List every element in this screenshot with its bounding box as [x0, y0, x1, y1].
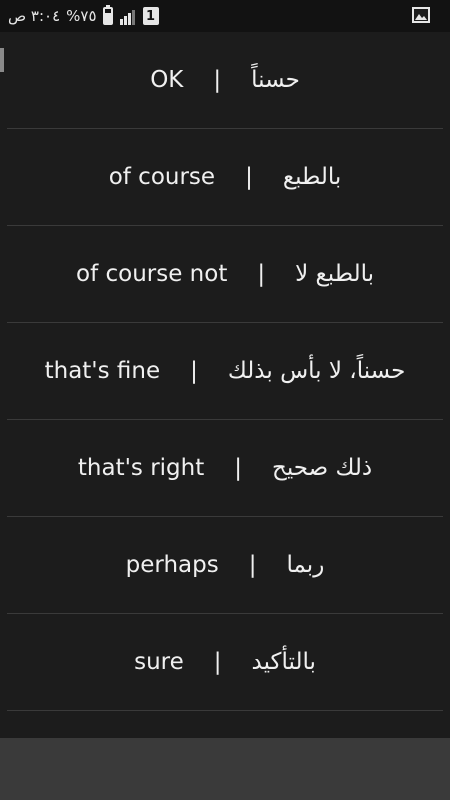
clock-time: ٣:٠٤ ص [8, 7, 61, 25]
list-item[interactable]: of course not | بالطبع لا [7, 226, 443, 323]
separator: | [213, 67, 222, 93]
arabic-phrase: حسناً، لا بأس بذلك [227, 358, 406, 384]
list-item[interactable]: perhaps | ربما [7, 517, 443, 614]
separator: | [245, 164, 253, 190]
english-phrase: of course [108, 164, 216, 190]
list-item[interactable]: sure | بالتأكيد [7, 614, 443, 711]
english-phrase: perhaps [125, 552, 219, 578]
list-item[interactable]: that's fine | حسناً، لا بأس بذلك [7, 323, 443, 420]
separator: | [190, 358, 198, 384]
gallery-icon [412, 7, 430, 23]
arabic-phrase: حسناً [251, 67, 300, 93]
arabic-phrase: ذلك صحيح [272, 455, 373, 481]
arabic-phrase: ربما [286, 552, 325, 578]
bottom-bar [0, 738, 450, 800]
notification-icon: 1 [142, 7, 159, 25]
separator: | [257, 261, 266, 287]
battery-percent: %٧٥ [66, 7, 97, 25]
english-phrase: that's right [77, 455, 205, 481]
status-bar: ٣:٠٤ ص %٧٥ 1 [0, 0, 450, 32]
english-phrase: that's fine [44, 358, 161, 384]
list-item[interactable]: of course | بالطبع [7, 129, 443, 226]
arabic-phrase: بالطبع [282, 164, 342, 190]
english-phrase: of course not [76, 261, 228, 287]
signal-icon [119, 10, 135, 25]
separator: | [234, 455, 242, 481]
scrollbar-thumb[interactable] [0, 48, 4, 72]
separator: | [213, 649, 222, 675]
english-phrase: sure [134, 649, 184, 675]
arabic-phrase: بالتأكيد [251, 649, 316, 675]
english-phrase: OK [150, 67, 184, 93]
status-left-group: ٣:٠٤ ص %٧٥ 1 [8, 5, 159, 26]
list-item[interactable]: that's right | ذلك صحيح [7, 420, 443, 517]
separator: | [248, 552, 257, 578]
battery-charging-icon [102, 5, 113, 25]
arabic-phrase: بالطبع لا [295, 261, 374, 287]
phrase-list[interactable]: OK | حسناً of course | بالطبع of course not | با… [0, 32, 450, 738]
list-item[interactable]: OK | حسناً [7, 32, 443, 129]
